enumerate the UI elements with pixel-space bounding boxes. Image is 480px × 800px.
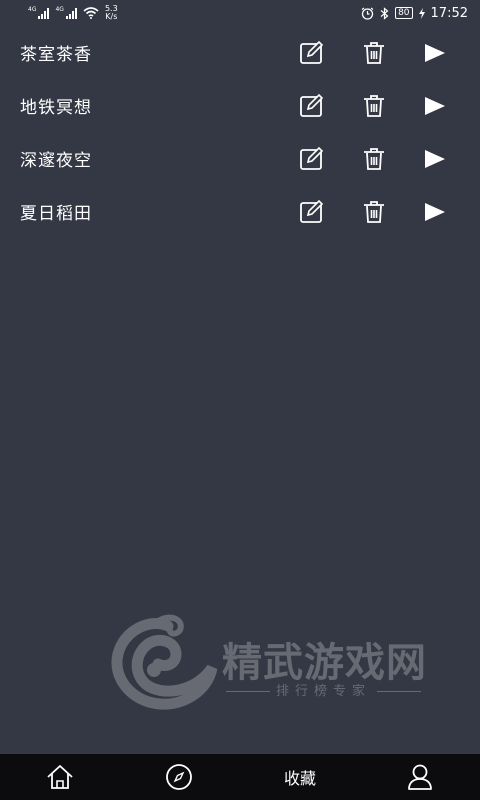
status-left: 4G 4G 5.3 K/s bbox=[28, 5, 118, 21]
home-icon bbox=[47, 765, 73, 789]
charging-icon bbox=[418, 7, 425, 19]
list-item[interactable]: 夏日稻田 bbox=[0, 185, 480, 238]
watermark-logo-icon bbox=[111, 614, 218, 710]
signal-icon-2: 4G bbox=[55, 6, 77, 19]
play-icon[interactable] bbox=[421, 145, 449, 173]
list-item[interactable]: 茶室茶香 bbox=[0, 26, 480, 79]
delete-icon[interactable] bbox=[360, 39, 388, 67]
nav-home[interactable] bbox=[44, 754, 76, 800]
signal-icon: 4G bbox=[28, 6, 50, 19]
edit-icon[interactable] bbox=[298, 39, 326, 67]
wifi-icon bbox=[83, 7, 99, 19]
item-title: 茶室茶香 bbox=[20, 45, 92, 65]
sound-list: 茶室茶香 地铁冥想 深邃夜空 夏日稻田 bbox=[0, 26, 480, 238]
status-right: 80 17:52 bbox=[361, 6, 468, 21]
watermark-subtitle: 排行榜专家 bbox=[220, 680, 427, 699]
play-icon[interactable] bbox=[421, 92, 449, 120]
nav-discover[interactable] bbox=[163, 754, 195, 800]
nav-favorites[interactable]: 收藏 bbox=[268, 754, 332, 800]
item-title: 夏日稻田 bbox=[20, 204, 92, 224]
item-title: 地铁冥想 bbox=[20, 98, 92, 118]
nav-favorites-label: 收藏 bbox=[283, 769, 316, 788]
network-type-1: 4G bbox=[28, 6, 37, 13]
status-time: 17:52 bbox=[430, 5, 468, 21]
delete-icon[interactable] bbox=[360, 92, 388, 120]
edit-icon[interactable] bbox=[298, 198, 326, 226]
watermark: 精武游戏网 排行榜专家 bbox=[110, 612, 460, 712]
bottom-nav: 收藏 bbox=[0, 754, 480, 800]
delete-icon[interactable] bbox=[360, 198, 388, 226]
list-item[interactable]: 深邃夜空 bbox=[0, 132, 480, 185]
bluetooth-icon bbox=[380, 6, 389, 20]
network-type-2: 4G bbox=[55, 6, 64, 13]
compass-icon bbox=[166, 764, 192, 790]
item-title: 深邃夜空 bbox=[20, 151, 92, 171]
alarm-icon bbox=[361, 7, 374, 20]
nav-profile[interactable] bbox=[404, 754, 436, 800]
play-icon[interactable] bbox=[421, 198, 449, 226]
status-bar: 4G 4G 5.3 K/s 80 17:52 bbox=[0, 0, 480, 26]
edit-icon[interactable] bbox=[298, 145, 326, 173]
delete-icon[interactable] bbox=[360, 145, 388, 173]
play-icon[interactable] bbox=[421, 39, 449, 67]
network-speed: 5.3 K/s bbox=[105, 5, 118, 21]
edit-icon[interactable] bbox=[298, 92, 326, 120]
list-item[interactable]: 地铁冥想 bbox=[0, 79, 480, 132]
speed-unit: K/s bbox=[105, 12, 118, 21]
user-icon bbox=[408, 764, 432, 790]
battery-level: 80 bbox=[398, 8, 410, 18]
battery-icon: 80 bbox=[395, 7, 413, 19]
